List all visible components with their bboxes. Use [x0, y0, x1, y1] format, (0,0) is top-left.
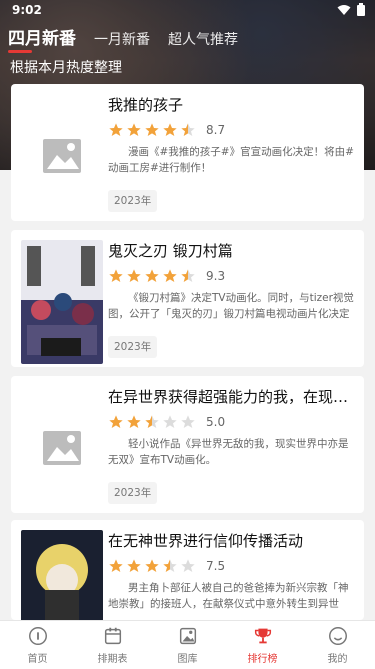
placeholder-image-icon	[21, 94, 103, 218]
anime-title: 在无神世界进行信仰传播活动	[108, 532, 304, 550]
star-icon	[163, 123, 177, 136]
star-icon	[145, 559, 159, 572]
anime-description: 男主角卜部征人被自己的爸爸捧为新兴宗教「神地崇教」的接班人，在献祭仪式中意外转生…	[108, 582, 349, 610]
poster-kamisama-image	[21, 530, 103, 620]
year-badge: 2023年	[108, 336, 158, 358]
star-icon	[181, 269, 195, 282]
star-icon	[181, 415, 195, 428]
placeholder-image-icon	[21, 386, 103, 510]
star-icon	[145, 123, 159, 136]
anime-card[interactable]: 鬼灭之刃 锻刀村篇 9.3 《锻刀村篇》决定TV动画化。同时，与tizer视觉图…	[11, 230, 364, 367]
nav-schedule[interactable]: 排期表	[75, 621, 150, 669]
star-icon	[181, 559, 195, 572]
star-icon	[109, 269, 123, 282]
star-icon	[163, 559, 177, 572]
home-icon	[28, 627, 47, 645]
star-icon	[109, 559, 123, 572]
year-badge: 2023年	[108, 190, 158, 212]
anime-title: 我推的孩子	[108, 96, 184, 114]
calendar-icon	[104, 627, 121, 645]
profile-icon	[328, 627, 347, 645]
anime-description: 《锻刀村篇》决定TV动画化。同时，与tizer视觉图，公开了「鬼灭的刃」锻刀村篇…	[108, 292, 354, 320]
nav-profile[interactable]: 我的	[300, 621, 375, 669]
rating-score: 7.5	[206, 559, 226, 573]
rating-score: 5.0	[206, 415, 226, 429]
status-icons	[337, 3, 365, 16]
rating-score: 9.3	[206, 269, 226, 283]
nav-label-schedule: 排期表	[97, 654, 128, 665]
top-tabs: 四月新番 一月新番 超人气推荐	[8, 24, 238, 53]
rating-stars: 8.7	[108, 122, 225, 138]
star-icon	[163, 415, 177, 428]
nav-home[interactable]: 首页	[0, 621, 75, 669]
nav-label-profile: 我的	[327, 654, 348, 665]
star-icon	[145, 269, 159, 282]
anime-description: 轻小说作品《异世界无敌的我，现实世界中亦是无双》宣布TV动画化。	[108, 438, 349, 466]
tab-april[interactable]: 四月新番	[8, 24, 76, 53]
year-badge: 2023年	[108, 482, 158, 504]
star-icon	[109, 123, 123, 136]
gallery-icon	[179, 627, 196, 645]
star-icon	[127, 269, 141, 282]
nav-label-home: 首页	[27, 654, 48, 665]
nav-label-ranking: 排行榜	[247, 654, 278, 665]
wifi-icon	[337, 4, 351, 15]
nav-ranking[interactable]: 排行榜	[225, 621, 300, 669]
anime-card[interactable]: 在无神世界进行信仰传播活动 7.5 男主角卜部征人被自己的爸爸捧为新兴宗教「神地…	[11, 520, 364, 620]
ranking-subtitle: 根据本月热度整理	[10, 60, 122, 76]
trophy-icon	[254, 628, 271, 644]
poster-kimetsu-image	[21, 240, 103, 364]
star-icon	[163, 269, 177, 282]
status-bar: 9:02	[0, 0, 375, 20]
star-icon	[127, 415, 141, 428]
rating-stars: 7.5	[108, 558, 225, 574]
star-icon	[109, 415, 123, 428]
anime-title: 鬼灭之刃 锻刀村篇	[108, 242, 233, 260]
rating-stars: 9.3	[108, 268, 225, 284]
nav-label-gallery: 图库	[177, 654, 198, 665]
tab-popular[interactable]: 超人气推荐	[168, 29, 238, 49]
anime-title: 在异世界获得超强能力的我，在现实...	[108, 388, 358, 406]
tab-january[interactable]: 一月新番	[94, 29, 150, 49]
anime-description: 漫画《#我推的孩子#》官宣动画化决定！将由#动画工房#进行制作！	[108, 146, 354, 174]
anime-card[interactable]: 在异世界获得超强能力的我，在现实... 5.0 轻小说作品《异世界无敌的我，现实…	[11, 376, 364, 513]
rating-stars: 5.0	[108, 414, 225, 430]
anime-card[interactable]: 我推的孩子 8.7 漫画《#我推的孩子#》官宣动画化决定！将由#动画工房#进行制…	[11, 84, 364, 221]
rating-score: 8.7	[206, 123, 226, 137]
star-icon	[181, 123, 195, 136]
bottom-navigation: 首页 排期表 图库 排行榜 我的	[0, 620, 375, 669]
battery-icon	[357, 3, 365, 16]
star-icon	[145, 415, 159, 428]
star-icon	[127, 559, 141, 572]
status-time: 9:02	[12, 3, 42, 17]
nav-gallery[interactable]: 图库	[150, 621, 225, 669]
star-icon	[127, 123, 141, 136]
